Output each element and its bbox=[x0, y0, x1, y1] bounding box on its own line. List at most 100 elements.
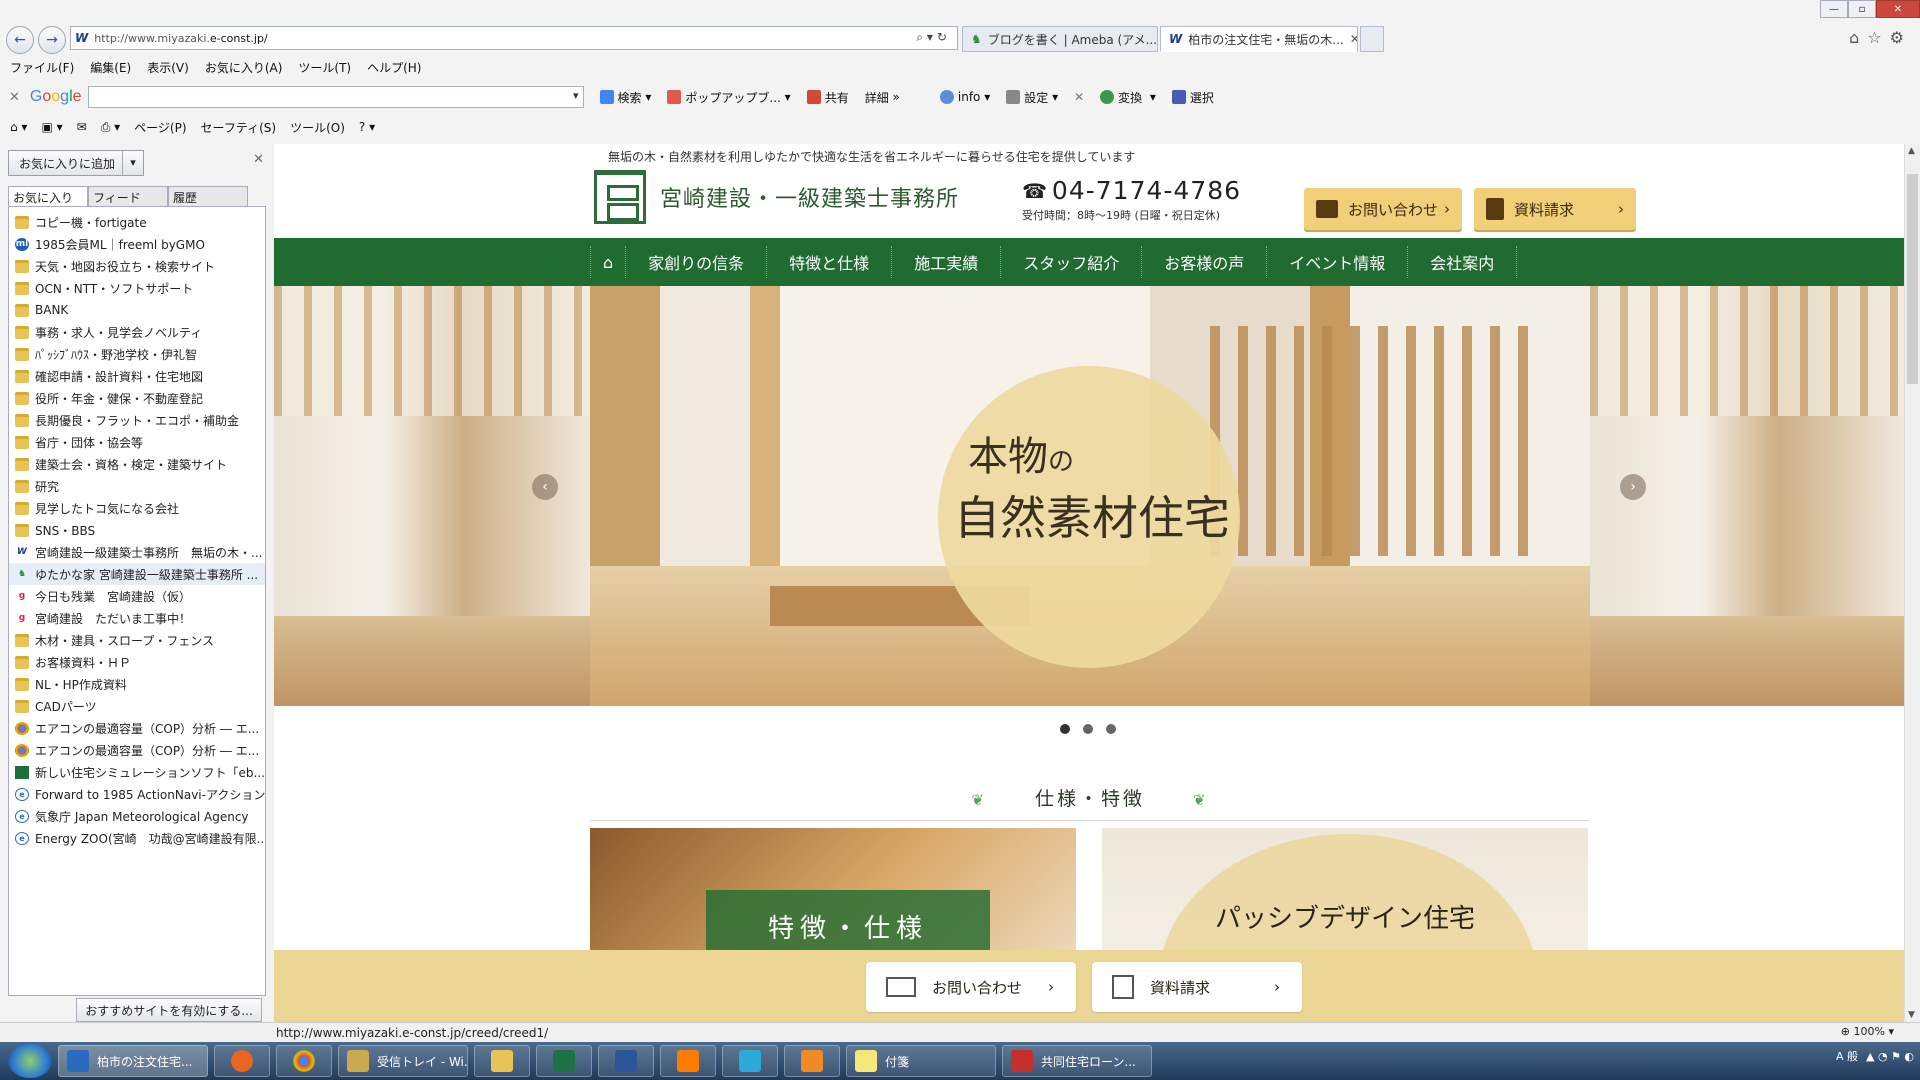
print-icon[interactable]: ⎙ ▾ bbox=[101, 120, 120, 135]
favorite-item[interactable]: e Forward to 1985 ActionNavi-アクション... bbox=[9, 783, 265, 805]
nav-voice[interactable]: お客様の声 bbox=[1141, 246, 1266, 278]
menu-help[interactable]: ヘルプ(H) bbox=[367, 59, 421, 76]
minimize-button[interactable]: — bbox=[1820, 0, 1848, 18]
favorite-item[interactable]: 研究 bbox=[9, 475, 265, 497]
favorite-item[interactable]: エアコンの最適容量（COP）分析 ― エ... bbox=[9, 717, 265, 739]
nav-events[interactable]: イベント情報 bbox=[1266, 246, 1407, 278]
phone-number[interactable]: 04-7174-4786 bbox=[1052, 176, 1241, 205]
favorite-item[interactable]: g 宮崎建設 ただいま工事中！ bbox=[9, 607, 265, 629]
favorite-item[interactable]: SNS・BBS bbox=[9, 519, 265, 541]
tab-feeds[interactable]: フィード bbox=[88, 186, 168, 206]
scroll-up-icon[interactable]: ▲ bbox=[1908, 146, 1915, 156]
tools-menu[interactable]: ツール(O) bbox=[290, 119, 345, 136]
footer-contact-button[interactable]: お問い合わせ › bbox=[866, 962, 1076, 1012]
share-button[interactable]: 共有 bbox=[806, 89, 849, 106]
address-bar[interactable]: W http://www.miyazaki.e-const.jp/ ⌕▾↻ bbox=[70, 26, 958, 50]
slider-dot[interactable] bbox=[1083, 724, 1093, 734]
favorite-item[interactable]: OCN・NTT・ソフトサポート bbox=[9, 277, 265, 299]
ime-icon[interactable]: A 般 bbox=[1836, 1048, 1858, 1064]
favorite-item[interactable]: 事務・求人・見学会ノベルティ bbox=[9, 321, 265, 343]
slider-dot[interactable] bbox=[1060, 724, 1070, 734]
select-button[interactable]: 選択 bbox=[1171, 89, 1214, 106]
close-window-button[interactable]: ✕ bbox=[1876, 0, 1920, 18]
slider-next-button[interactable]: › bbox=[1620, 474, 1646, 500]
new-tab-button[interactable] bbox=[1360, 26, 1384, 52]
favorite-item[interactable]: BANK bbox=[9, 299, 265, 321]
nav-creed[interactable]: 家創りの信条 bbox=[625, 246, 766, 278]
favorite-item[interactable]: 確認申請・設計資料・住宅地図 bbox=[9, 365, 265, 387]
taskbar-word[interactable] bbox=[598, 1045, 654, 1077]
favorite-item[interactable]: エアコンの最適容量（COP）分析 ― エ... bbox=[9, 739, 265, 761]
tab-favorites[interactable]: お気に入り bbox=[8, 186, 88, 206]
nav-company[interactable]: 会社案内 bbox=[1407, 246, 1518, 278]
google-search-button[interactable]: 検索 ▾ bbox=[599, 89, 651, 106]
close-tab-icon[interactable]: ✕ bbox=[1350, 32, 1357, 46]
close-toolbar-icon[interactable]: ✕ bbox=[1074, 90, 1084, 104]
taskbar-illustrator[interactable] bbox=[660, 1045, 716, 1077]
home-icon[interactable]: ⌂ bbox=[1849, 28, 1867, 47]
favorite-item[interactable]: e 気象庁 Japan Meteorological Agency bbox=[9, 805, 265, 827]
taskbar-media[interactable] bbox=[784, 1045, 840, 1077]
google-search-input[interactable] bbox=[87, 86, 584, 108]
nav-works[interactable]: 施工実績 bbox=[891, 246, 1000, 278]
suggested-sites-button[interactable]: おすすめサイトを有効にする... bbox=[76, 998, 262, 1022]
slider-prev-button[interactable]: ‹ bbox=[532, 474, 558, 500]
favorites-star-icon[interactable]: ☆ bbox=[1867, 28, 1889, 47]
favorite-item[interactable]: CADパーツ bbox=[9, 695, 265, 717]
close-sidebar-icon[interactable]: ✕ bbox=[253, 152, 264, 167]
favorite-item[interactable]: 新しい住宅シミュレーションソフト「eb... bbox=[9, 761, 265, 783]
close-toolbar-icon[interactable]: ✕ bbox=[9, 90, 20, 105]
favorite-item[interactable]: 見学したトコ気になる会社 bbox=[9, 497, 265, 519]
favorite-item[interactable]: コピー機・fortigate bbox=[9, 211, 265, 233]
taskbar-mail[interactable]: 受信トレイ - Wi... bbox=[338, 1045, 468, 1077]
favorite-item[interactable]: e Energy ZOO(宮崎 功哉@宮崎建設有限... bbox=[9, 827, 265, 849]
page-scrollbar[interactable]: ▲ ▼ bbox=[1904, 144, 1920, 1022]
info-button[interactable]: info ▾ bbox=[939, 90, 990, 104]
taskbar-chrome[interactable] bbox=[276, 1045, 332, 1077]
menu-edit[interactable]: 編集(E) bbox=[90, 59, 131, 76]
tab-miyazaki[interactable]: W 柏市の注文住宅・無垢の木... ✕ bbox=[1160, 26, 1358, 52]
favorite-item[interactable]: ml 1985会員ML｜freeml byGMO bbox=[9, 233, 265, 255]
favorite-item[interactable]: 建築士会・資格・検定・建築サイト bbox=[9, 453, 265, 475]
request-button[interactable]: 資料請求 › bbox=[1474, 188, 1636, 230]
favorite-item[interactable]: W 宮崎建設一級建築士事務所 無垢の木・... bbox=[9, 541, 265, 563]
safety-menu[interactable]: セーフティ(S) bbox=[201, 119, 277, 136]
maximize-button[interactable]: ▫ bbox=[1848, 0, 1876, 18]
slider-dot[interactable] bbox=[1106, 724, 1116, 734]
taskbar-photoshop[interactable] bbox=[722, 1045, 778, 1077]
home-icon[interactable]: ⌂ ▾ bbox=[10, 120, 27, 134]
nav-staff[interactable]: スタッフ紹介 bbox=[1000, 246, 1141, 278]
settings-button[interactable]: 設定 ▾ bbox=[1006, 89, 1058, 106]
site-logo[interactable]: 宮崎建設・一級建築士事務所 bbox=[594, 170, 959, 224]
favorite-item[interactable]: 省庁・団体・協会等 bbox=[9, 431, 265, 453]
tab-ameba[interactable]: ♞ ブログを書く | Ameba (アメ... bbox=[962, 26, 1158, 52]
tray-icons[interactable]: ▲ ◔ ⚑ ◐ bbox=[1866, 1050, 1914, 1063]
favorite-item[interactable]: 役所・年金・健保・不動産登記 bbox=[9, 387, 265, 409]
favorite-item[interactable]: NL・HP作成資料 bbox=[9, 673, 265, 695]
forward-button[interactable]: → bbox=[38, 26, 66, 54]
tab-history[interactable]: 履歴 bbox=[168, 186, 248, 206]
scroll-down-icon[interactable]: ▼ bbox=[1908, 1010, 1915, 1020]
page-menu[interactable]: ページ(P) bbox=[134, 119, 186, 136]
menu-tools[interactable]: ツール(T) bbox=[298, 59, 351, 76]
taskbar-sticky[interactable]: 付箋 bbox=[846, 1045, 996, 1077]
footer-request-button[interactable]: 資料請求 › bbox=[1092, 962, 1302, 1012]
nav-features[interactable]: 特徴と仕様 bbox=[766, 246, 891, 278]
favorite-item[interactable]: 天気・地図お役立ち・検索サイト bbox=[9, 255, 265, 277]
detail-button[interactable]: 詳細 » bbox=[865, 89, 900, 106]
nav-home[interactable]: ⌂ bbox=[590, 246, 625, 278]
popup-blocker-button[interactable]: ポップアップブ... ▾ bbox=[667, 89, 791, 106]
address-url[interactable]: http://www.miyazaki.e-const.jp/ bbox=[94, 32, 267, 45]
favorite-item[interactable]: 木材・建具・スロープ・フェンス bbox=[9, 629, 265, 651]
taskbar-excel[interactable] bbox=[536, 1045, 592, 1077]
mail-icon[interactable]: ✉ bbox=[77, 120, 87, 134]
taskbar-firefox[interactable] bbox=[214, 1045, 270, 1077]
contact-button[interactable]: お問い合わせ › bbox=[1304, 188, 1462, 230]
favorite-item[interactable]: ﾊﾟｯｼﾌﾞﾊｳｽ・野池学校・伊礼智 bbox=[9, 343, 265, 365]
start-button[interactable] bbox=[8, 1044, 52, 1078]
convert-button[interactable]: 変換 ▾ bbox=[1100, 89, 1156, 106]
help-icon[interactable]: ? ▾ bbox=[359, 120, 375, 134]
favorite-item[interactable]: g 今日も残業 宮崎建設（仮） bbox=[9, 585, 265, 607]
taskbar-pdf[interactable]: 共同住宅ローン... bbox=[1002, 1045, 1152, 1077]
menu-view[interactable]: 表示(V) bbox=[147, 59, 189, 76]
